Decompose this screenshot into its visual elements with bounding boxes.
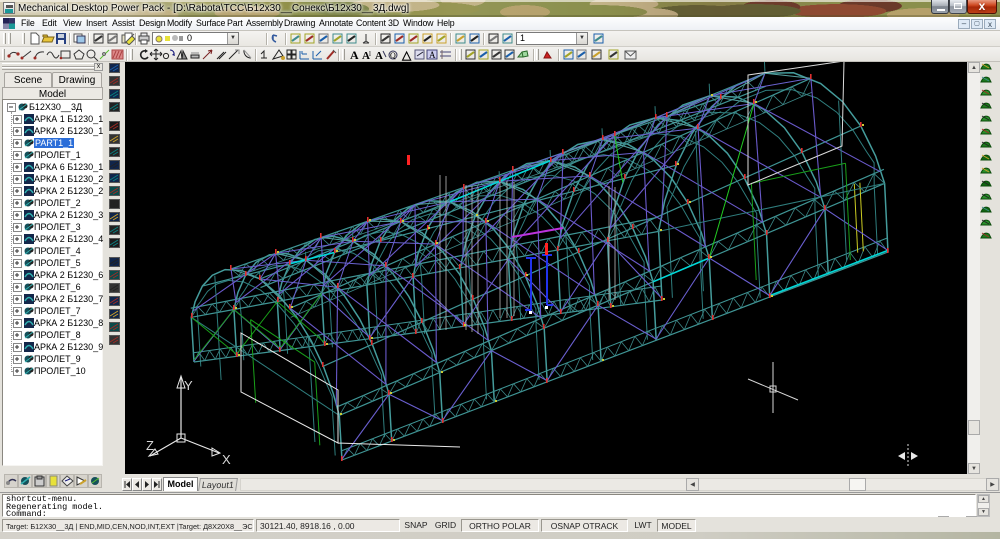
svg-text:△: △ <box>401 48 412 61</box>
svg-text:A: A <box>429 50 436 60</box>
svg-text:Y: Y <box>184 378 193 393</box>
svg-text:A: A <box>375 50 383 61</box>
svg-text:A: A <box>350 48 359 61</box>
svg-text:Z: Z <box>146 438 154 453</box>
svg-text:Q: Q <box>390 51 396 60</box>
svg-text:X: X <box>222 452 231 467</box>
svg-text:l: l <box>369 50 371 58</box>
